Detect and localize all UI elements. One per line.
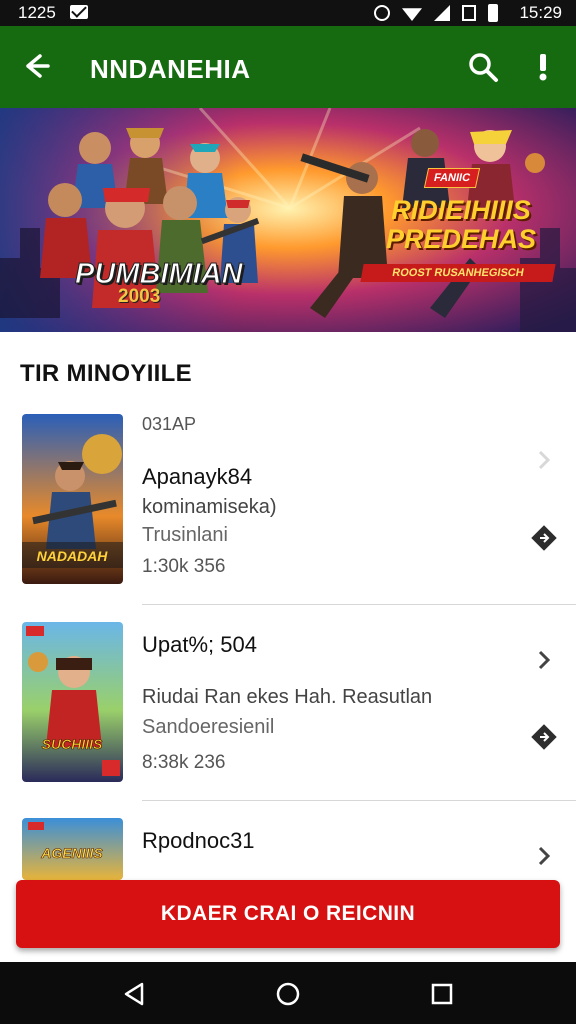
status-bar: 1225 15:29 xyxy=(0,0,576,26)
alarm-icon xyxy=(374,5,390,21)
item-description: Riudai Ran ekes Hah. Reasutlan xyxy=(142,686,433,708)
navigate-diamond-icon[interactable] xyxy=(530,524,558,552)
banner-right-badge: FANIIC xyxy=(423,168,481,188)
circle-home-icon[interactable] xyxy=(274,980,302,1008)
thumb-label: NADADAH xyxy=(37,548,109,564)
game-thumbnail[interactable]: SUCHIIIS xyxy=(22,622,123,782)
item-name: Rpodnoc31 xyxy=(142,828,255,853)
item-tag: 031AP xyxy=(142,414,197,434)
signal-icon xyxy=(434,5,450,21)
game-thumbnail[interactable]: AGENIIIS xyxy=(22,818,123,880)
game-thumbnail[interactable]: NADADAH xyxy=(22,414,123,584)
thumb-label: SUCHIIIS xyxy=(42,736,103,752)
game-cover-art: AGENIIIS xyxy=(22,818,123,880)
section-title: TIR MINOYIILE xyxy=(20,360,192,387)
list-item[interactable]: AGENIIIS Rpodnoc31 xyxy=(0,816,576,880)
exclamation-icon xyxy=(539,54,547,81)
primary-action-button[interactable]: KDAER CRAI O REICNIN xyxy=(16,880,560,948)
list-item[interactable]: NADADAH 031AP Apanayk84 kominamiseka) Tr… xyxy=(0,412,576,602)
game-cover-art: SUCHIIIS xyxy=(22,622,123,782)
mail-icon xyxy=(70,5,88,19)
chevron-right-icon[interactable] xyxy=(530,646,558,674)
navigate-diamond-icon[interactable] xyxy=(530,723,558,751)
photo-icon xyxy=(462,5,476,21)
item-name: Upat%; 504 xyxy=(142,632,257,657)
game-cover-art: NADADAH xyxy=(22,414,123,584)
list-item[interactable]: SUCHIIIS Upat%; 504 Riudai Ran ekes Hah.… xyxy=(0,620,576,790)
banner-left-year: 2003 xyxy=(118,286,161,307)
back-button[interactable] xyxy=(18,48,54,84)
status-time-right: 15:29 xyxy=(519,3,562,22)
item-name: Apanayk84 xyxy=(142,464,253,489)
item-description: kominamiseka) xyxy=(142,496,277,518)
arrow-left-icon xyxy=(26,54,50,78)
app-bar: NNDANEHIA xyxy=(0,26,576,108)
divider xyxy=(142,604,576,605)
more-button[interactable] xyxy=(528,50,558,84)
banner-right-title: RIDIEIHIIIS PREDEHAS xyxy=(385,195,537,254)
chevron-right-icon[interactable] xyxy=(530,446,558,474)
item-meta: 8:38k 236 xyxy=(142,752,226,773)
hero-banner[interactable]: PUMBIMIAN 2003 FANIIC RIDIEIHIIIS PREDEH… xyxy=(0,108,576,332)
item-meta: 1:30k 356 xyxy=(142,556,226,577)
system-nav-bar xyxy=(0,962,576,1024)
item-subtitle: Trusinlani xyxy=(142,524,228,546)
search-button[interactable] xyxy=(466,50,500,84)
wifi-icon xyxy=(402,8,422,21)
divider xyxy=(142,800,576,801)
item-subtitle: Sandoeresienil xyxy=(142,716,275,738)
thumb-label: AGENIIIS xyxy=(40,845,103,861)
triangle-back-icon[interactable] xyxy=(120,980,148,1008)
search-icon xyxy=(469,53,498,82)
app-title: NNDANEHIA xyxy=(90,54,251,84)
battery-icon xyxy=(488,4,498,22)
square-recents-icon[interactable] xyxy=(428,980,456,1008)
status-icons xyxy=(374,4,498,22)
chevron-right-icon[interactable] xyxy=(530,842,558,870)
banner-right-subtitle: ROOST RUSANHEGISCH xyxy=(360,264,556,282)
status-time-left: 1225 xyxy=(18,3,56,22)
